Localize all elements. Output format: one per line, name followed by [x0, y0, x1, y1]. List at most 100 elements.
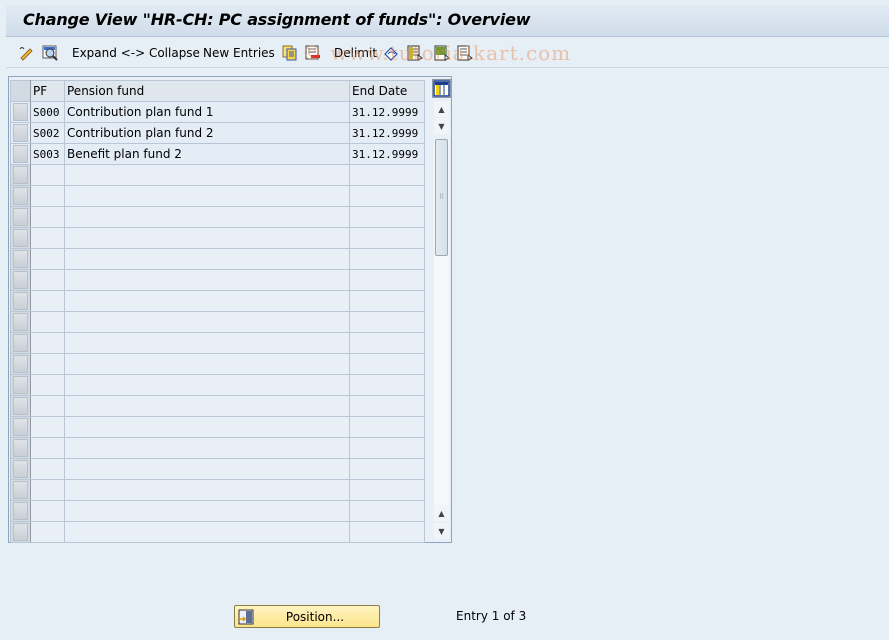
cell-pension-fund[interactable] [64, 164, 350, 186]
cell-end-date[interactable] [349, 353, 425, 375]
scroll-page-up-button[interactable]: ▲ [434, 505, 449, 521]
cell-pf[interactable] [30, 269, 65, 291]
cell-pension-fund[interactable] [64, 269, 350, 291]
cell-pf[interactable] [30, 164, 65, 186]
cell-pension-fund[interactable] [64, 395, 350, 417]
cell-pf[interactable]: S003 [30, 143, 65, 165]
cell-end-date[interactable] [349, 269, 425, 291]
cell-pension-fund[interactable] [64, 500, 350, 522]
row-selector[interactable] [10, 122, 31, 144]
cell-pension-fund[interactable]: Contribution plan fund 2 [64, 122, 350, 144]
cell-pf[interactable] [30, 416, 65, 438]
cell-pension-fund[interactable] [64, 374, 350, 396]
scroll-up-button[interactable]: ▲ [434, 101, 449, 117]
cell-end-date[interactable] [349, 206, 425, 228]
select-block-button[interactable] [434, 44, 450, 61]
display-details-button[interactable] [42, 44, 58, 61]
column-header-pf[interactable]: PF [30, 80, 65, 102]
column-settings-button[interactable] [432, 79, 451, 98]
delimit-button[interactable]: Delimit [334, 44, 377, 61]
row-selector[interactable] [10, 437, 31, 459]
row-selector[interactable] [10, 101, 31, 123]
cell-pf[interactable] [30, 458, 65, 480]
cell-end-date[interactable]: 31.12.9999 [349, 143, 425, 165]
row-selector[interactable] [10, 416, 31, 438]
expand-collapse-button[interactable]: Expand <-> Collapse [72, 44, 200, 61]
edit-pencil-button[interactable] [18, 44, 34, 61]
row-selector[interactable] [10, 227, 31, 249]
cell-pension-fund[interactable] [64, 185, 350, 207]
row-selector[interactable] [10, 395, 31, 417]
cell-pension-fund[interactable] [64, 206, 350, 228]
scroll-down-button[interactable]: ▼ [434, 118, 449, 134]
cell-pf[interactable] [30, 248, 65, 270]
cell-pf[interactable] [30, 479, 65, 501]
cell-pf[interactable] [30, 374, 65, 396]
cell-pension-fund[interactable] [64, 332, 350, 354]
cell-pf[interactable] [30, 521, 65, 543]
cell-end-date[interactable] [349, 185, 425, 207]
row-selector[interactable] [10, 248, 31, 270]
cell-end-date[interactable] [349, 500, 425, 522]
cell-end-date[interactable] [349, 437, 425, 459]
cell-pf[interactable] [30, 500, 65, 522]
row-selector[interactable] [10, 206, 31, 228]
cell-end-date[interactable] [349, 332, 425, 354]
scroll-thumb[interactable]: ⠿ [435, 139, 448, 256]
row-selector[interactable] [10, 500, 31, 522]
cell-pension-fund[interactable] [64, 437, 350, 459]
cell-pf[interactable] [30, 353, 65, 375]
cell-pf[interactable] [30, 332, 65, 354]
cell-pension-fund[interactable] [64, 521, 350, 543]
position-button[interactable]: Position... [234, 605, 380, 628]
column-header-end-date[interactable]: End Date [349, 80, 425, 102]
row-selector[interactable] [10, 185, 31, 207]
cell-end-date[interactable] [349, 311, 425, 333]
cell-pension-fund[interactable] [64, 353, 350, 375]
copy-as-button[interactable] [282, 44, 298, 61]
row-selector[interactable] [10, 521, 31, 543]
row-selector[interactable] [10, 143, 31, 165]
cell-end-date[interactable] [349, 290, 425, 312]
cell-end-date[interactable] [349, 521, 425, 543]
cell-end-date[interactable] [349, 416, 425, 438]
row-selector[interactable] [10, 374, 31, 396]
select-all-button[interactable] [407, 44, 423, 61]
row-selector[interactable] [10, 332, 31, 354]
cell-pension-fund[interactable]: Contribution plan fund 1 [64, 101, 350, 123]
cell-pension-fund[interactable] [64, 479, 350, 501]
vertical-scrollbar[interactable]: ▲ ▼ ⠿ ▲ ▼ [432, 99, 450, 539]
row-selector[interactable] [10, 311, 31, 333]
cell-pf[interactable]: S002 [30, 122, 65, 144]
cell-end-date[interactable] [349, 227, 425, 249]
cell-end-date[interactable] [349, 479, 425, 501]
cell-pf[interactable] [30, 395, 65, 417]
cell-end-date[interactable] [349, 164, 425, 186]
cell-pf[interactable] [30, 185, 65, 207]
row-selector[interactable] [10, 479, 31, 501]
cell-end-date[interactable]: 31.12.9999 [349, 101, 425, 123]
cell-pension-fund[interactable] [64, 227, 350, 249]
row-selector[interactable] [10, 269, 31, 291]
row-selector[interactable] [10, 164, 31, 186]
row-selector[interactable] [10, 353, 31, 375]
cell-pf[interactable]: S000 [30, 101, 65, 123]
cell-pf[interactable] [30, 437, 65, 459]
cell-end-date[interactable] [349, 395, 425, 417]
cell-pension-fund[interactable] [64, 458, 350, 480]
cell-pf[interactable] [30, 206, 65, 228]
cell-pension-fund[interactable] [64, 248, 350, 270]
row-selector[interactable] [10, 290, 31, 312]
undo-change-button[interactable] [383, 44, 399, 61]
cell-pf[interactable] [30, 290, 65, 312]
delete-button[interactable] [305, 44, 321, 61]
cell-pf[interactable] [30, 311, 65, 333]
cell-pension-fund[interactable] [64, 416, 350, 438]
new-entries-button[interactable]: New Entries [203, 44, 275, 61]
cell-end-date[interactable] [349, 248, 425, 270]
row-selector[interactable] [10, 458, 31, 480]
cell-pf[interactable] [30, 227, 65, 249]
cell-pension-fund[interactable] [64, 290, 350, 312]
cell-end-date[interactable]: 31.12.9999 [349, 122, 425, 144]
cell-end-date[interactable] [349, 374, 425, 396]
